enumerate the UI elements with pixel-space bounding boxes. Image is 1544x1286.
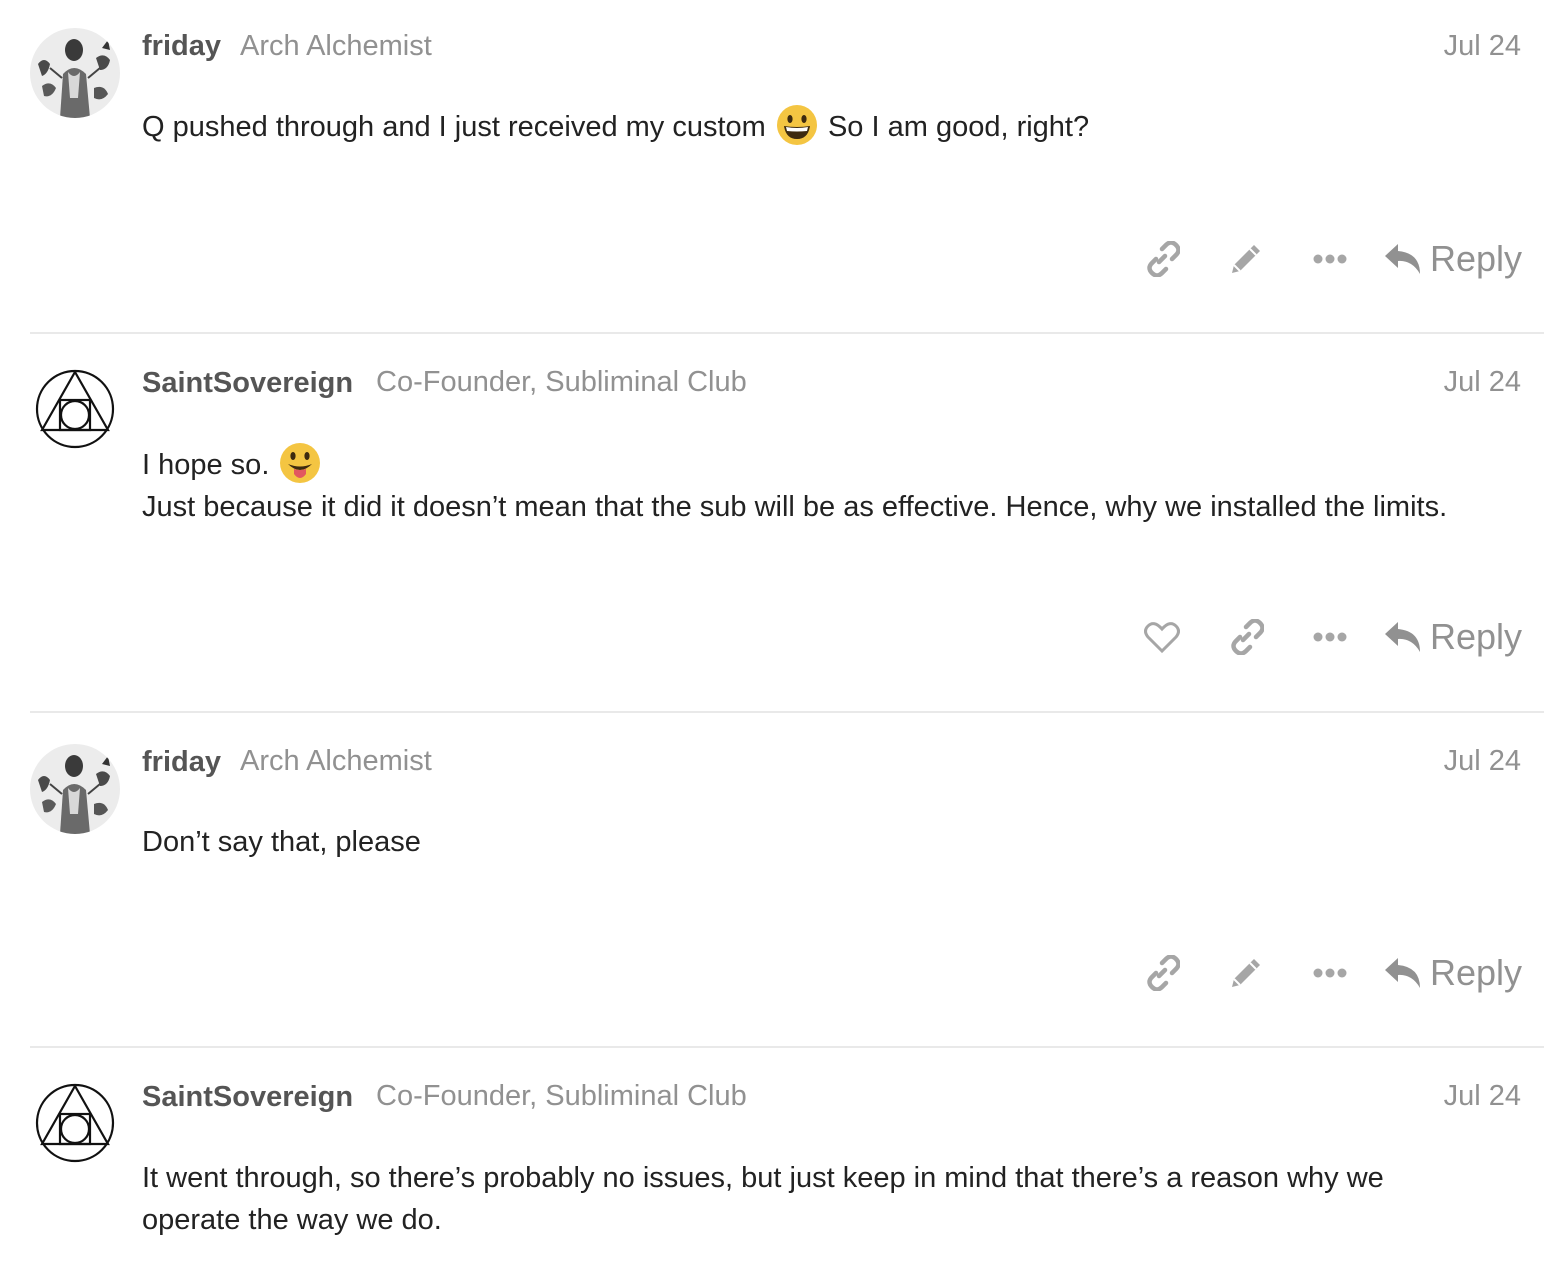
post-text: So I am good, right? (827, 111, 1090, 143)
ellipsis-icon (1313, 254, 1347, 264)
post-actions: Reply (1120, 951, 1522, 995)
user-avatar-friday[interactable] (30, 744, 120, 834)
user-avatar-saintsovereign[interactable] (30, 1078, 120, 1168)
copy-link-button[interactable] (1120, 951, 1204, 995)
copy-link-button[interactable] (1204, 615, 1288, 659)
post-actions: Reply (1120, 615, 1522, 659)
post-text: I hope so. (142, 449, 270, 481)
heart-icon (1143, 622, 1180, 654)
alchemy-symbol-icon (30, 1078, 120, 1168)
post-user-title: Co-Founder, Subliminal Club (376, 1080, 747, 1112)
more-actions-button[interactable] (1288, 951, 1372, 995)
post-body: It went through, so there’s probably no … (142, 1157, 1442, 1241)
post-text: It went through, so there’s probably no … (142, 1162, 1384, 1236)
pencil-icon (1231, 245, 1260, 273)
reply-button[interactable]: Reply (1384, 616, 1522, 658)
like-button[interactable] (1120, 615, 1204, 659)
alchemy-symbol-icon (30, 364, 120, 454)
portrait-avatar-icon (30, 28, 120, 118)
more-actions-button[interactable] (1288, 237, 1372, 281)
user-avatar-friday[interactable] (30, 28, 120, 118)
ellipsis-icon (1313, 632, 1347, 642)
link-icon (1231, 619, 1264, 655)
portrait-avatar-icon (30, 744, 120, 834)
edit-button[interactable] (1204, 237, 1288, 281)
post-3: friday Arch Alchemist Jul 24 Don’t say t… (0, 713, 1544, 1049)
post-user-title: Co-Founder, Subliminal Club (376, 366, 747, 398)
reply-arrow-icon (1384, 622, 1420, 652)
reply-label: Reply (1429, 952, 1522, 993)
post-body: Don’t say that, please (142, 821, 1512, 863)
post-body: I hope so. Just because it did it doesn’… (142, 442, 1512, 528)
post-text: Just because it did it doesn’t mean that… (142, 491, 1448, 523)
post-user-title: Arch Alchemist (240, 30, 432, 62)
post-date[interactable]: Jul 24 (1444, 745, 1521, 778)
reply-label: Reply (1429, 616, 1522, 657)
copy-link-button[interactable] (1120, 237, 1204, 281)
link-icon (1147, 241, 1180, 277)
grinning-emoji-icon (776, 104, 818, 146)
post-text: Don’t say that, please (142, 826, 421, 858)
reply-arrow-icon (1384, 244, 1420, 274)
reply-button[interactable]: Reply (1384, 238, 1522, 280)
post-date[interactable]: Jul 24 (1444, 1080, 1521, 1113)
post-date[interactable]: Jul 24 (1444, 30, 1521, 63)
post-actions: Reply (1120, 237, 1522, 281)
post-user-title: Arch Alchemist (240, 745, 432, 777)
tongue-out-emoji-icon (279, 442, 321, 484)
reply-label: Reply (1429, 238, 1522, 279)
more-actions-button[interactable] (1288, 615, 1372, 659)
edit-button[interactable] (1204, 951, 1288, 995)
post-date[interactable]: Jul 24 (1444, 366, 1521, 399)
link-icon (1147, 955, 1180, 991)
user-avatar-saintsovereign[interactable] (30, 364, 120, 454)
post-body: Q pushed through and I just received my … (142, 104, 1512, 148)
post-username[interactable]: SaintSovereign (142, 1081, 353, 1114)
post-1: friday Arch Alchemist Jul 24 Q pushed th… (0, 0, 1544, 334)
reply-arrow-icon (1384, 958, 1420, 988)
post-4: SaintSovereign Co-Founder, Subliminal Cl… (0, 1048, 1544, 1286)
post-username[interactable]: friday (142, 746, 221, 779)
post-username[interactable]: friday (142, 30, 221, 63)
topic-post-stream: friday Arch Alchemist Jul 24 Q pushed th… (0, 0, 1544, 1286)
ellipsis-icon (1313, 968, 1347, 978)
pencil-icon (1231, 959, 1260, 987)
reply-button[interactable]: Reply (1384, 952, 1522, 994)
post-2: SaintSovereign Co-Founder, Subliminal Cl… (0, 334, 1544, 714)
post-username[interactable]: SaintSovereign (142, 367, 353, 400)
post-text: Q pushed through and I just received my … (142, 111, 766, 143)
